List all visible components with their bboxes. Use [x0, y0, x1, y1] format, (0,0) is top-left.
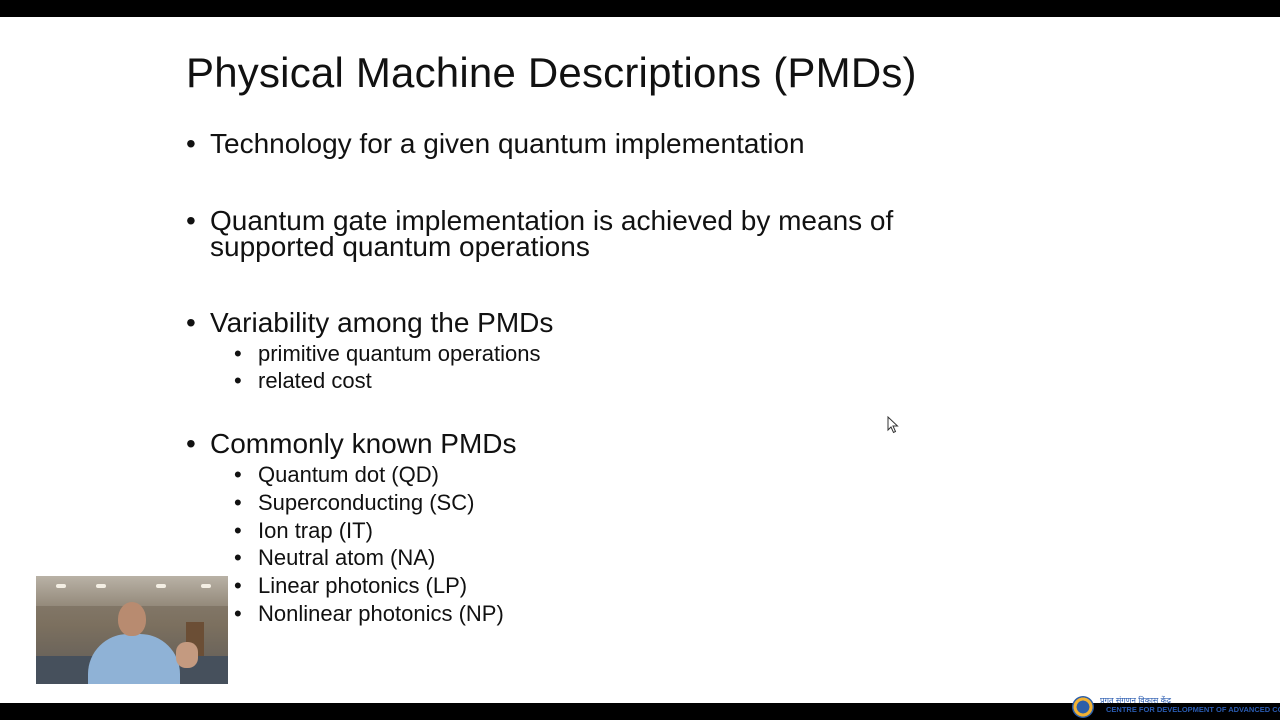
slide-title: Physical Machine Descriptions (PMDs): [186, 49, 917, 96]
mouse-cursor-icon: [887, 416, 899, 434]
sub-bullet-dot: •: [234, 601, 242, 626]
sub-bullet-text: Nonlinear photonics (NP): [258, 601, 504, 626]
bullet-dot: •: [186, 428, 196, 459]
ceiling-light-icon: [96, 584, 106, 588]
sub-bullet-dot: •: [234, 490, 242, 515]
cdac-seal-icon: [1072, 696, 1094, 718]
sub-bullet-text: Neutral atom (NA): [258, 545, 436, 570]
sub-bullet-dot: •: [234, 462, 242, 487]
presenter-webcam-video: [36, 576, 228, 684]
presenter-hand: [176, 642, 198, 668]
sub-bullet-text: Superconducting (SC): [258, 490, 475, 515]
sub-bullet-text: primitive quantum operations: [258, 341, 541, 366]
sub-bullet-dot: •: [234, 573, 242, 598]
sub-bullet-text: Linear photonics (LP): [258, 573, 468, 598]
bullet-text: Commonly known PMDs: [210, 428, 517, 459]
bullet-dot: •: [186, 128, 196, 159]
sub-bullet-text: Ion trap (IT): [258, 518, 373, 543]
bullet-dot: •: [186, 307, 196, 338]
bullet-text: Variability among the PMDs: [210, 307, 554, 338]
ceiling-light-icon: [201, 584, 211, 588]
sub-bullet-text: related cost: [258, 368, 372, 393]
cdac-logo: प्रगत संगणन विकास केंद्र CENTRE FOR DEVE…: [1070, 695, 1280, 720]
presenter-head: [118, 602, 146, 636]
sub-bullet-dot: •: [234, 341, 242, 366]
sub-bullet-dot: •: [234, 518, 242, 543]
ceiling-light-icon: [156, 584, 166, 588]
bullet-text: Technology for a given quantum implement…: [210, 128, 805, 159]
sub-bullet-dot: •: [234, 545, 242, 570]
ceiling-light-icon: [56, 584, 66, 588]
presenter-body: [88, 634, 180, 684]
sub-bullet-text: Quantum dot (QD): [258, 462, 439, 487]
sub-bullet-dot: •: [234, 368, 242, 393]
bullet-dot: •: [186, 205, 196, 236]
logo-english-text: CENTRE FOR DEVELOPMENT OF ADVANCED COMPU…: [1106, 705, 1280, 714]
bullet-text-continued: supported quantum operations: [210, 231, 590, 262]
